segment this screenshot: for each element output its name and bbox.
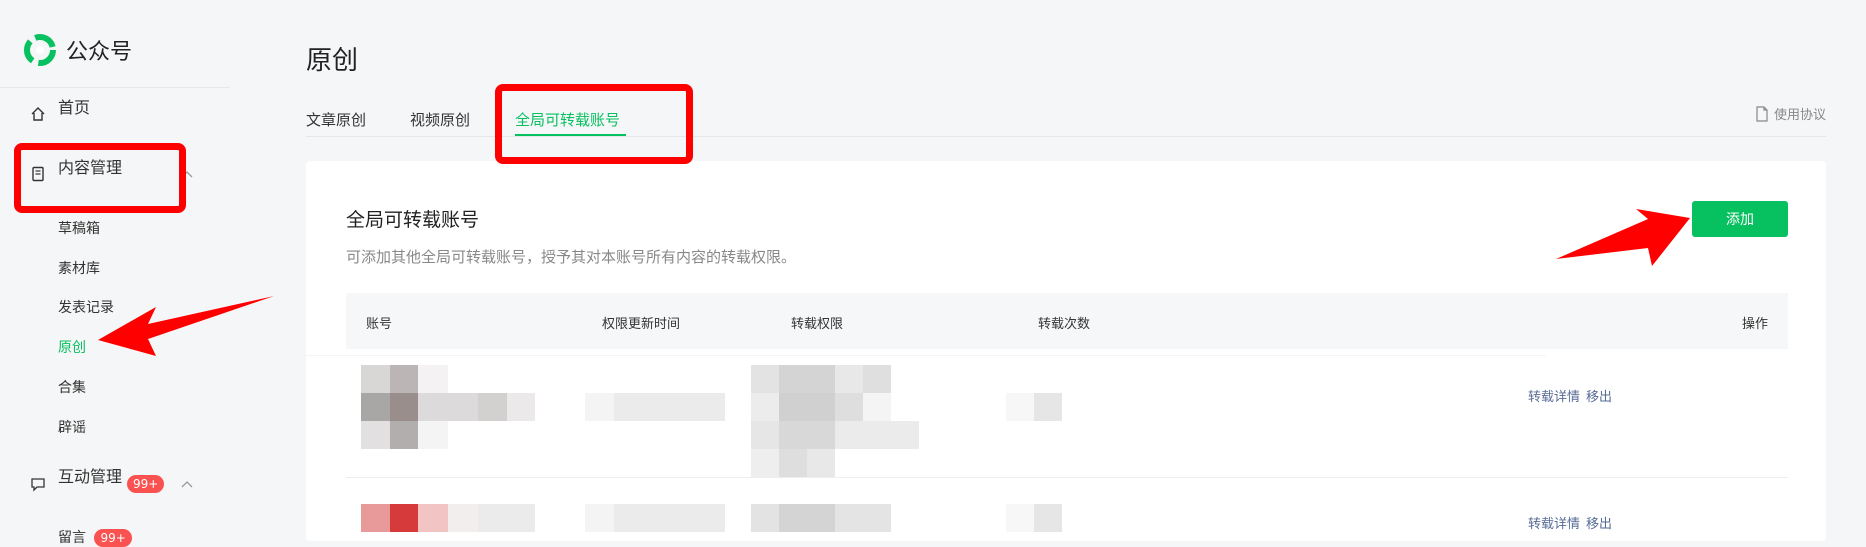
wechat-mp-window: 公众号 首页 内容管理 草稿箱 素材库 发表记录 原创 合集 辟谣 互动管理 9… [0, 0, 1866, 547]
annotation-arrows [98, 209, 1690, 356]
annotation-arrow-right [1556, 209, 1690, 266]
annotation-arrow-left [98, 296, 274, 356]
